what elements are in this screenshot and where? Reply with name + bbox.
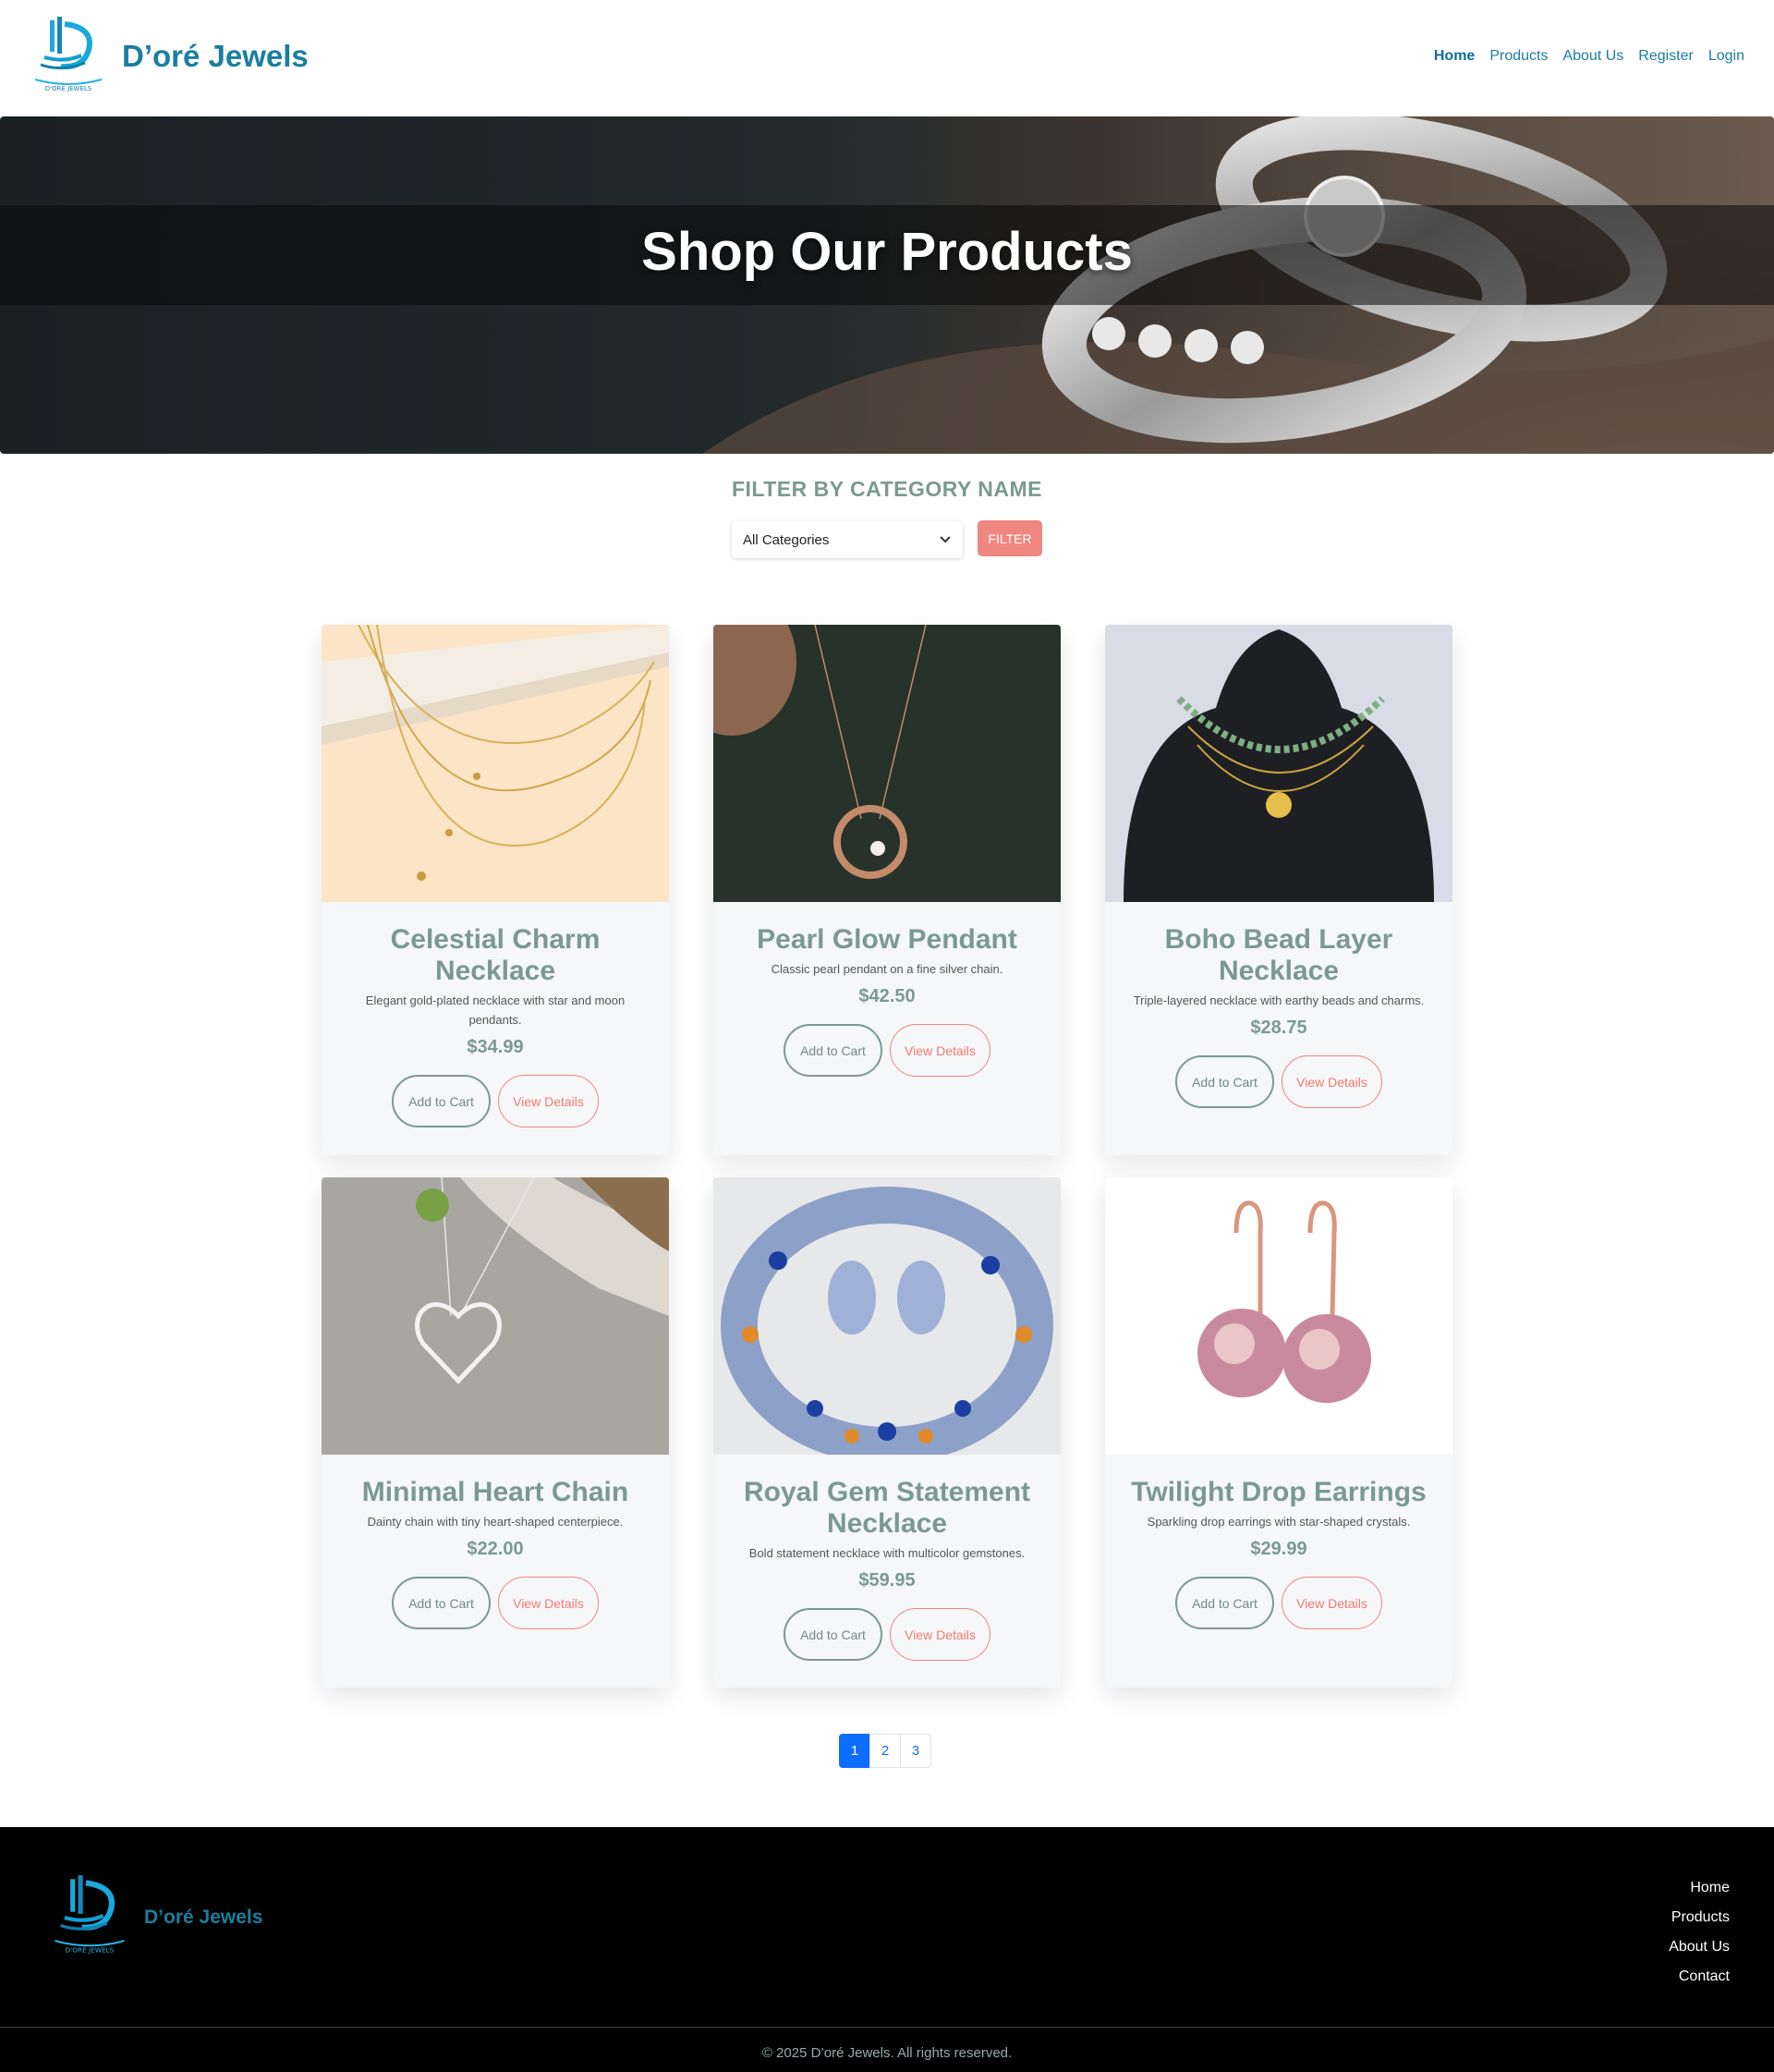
product-description: Bold statement necklace with multicolor …: [748, 1546, 1026, 1560]
category-select-value: All Categories: [743, 531, 830, 548]
svg-text:D'ORÉ JEWELS: D'ORÉ JEWELS: [66, 1946, 115, 1955]
brand-name[interactable]: D’oré Jewels: [122, 39, 309, 74]
copyright-text: © 2025 D’oré Jewels. All rights reserved…: [761, 2045, 1013, 2061]
nav-login[interactable]: Login: [1708, 48, 1744, 65]
page-link-3[interactable]: 3: [900, 1734, 931, 1768]
page-title: Shop Our Products: [641, 222, 1133, 282]
view-details-button[interactable]: View Details: [890, 1608, 990, 1661]
product-price: $22.00: [467, 1539, 524, 1559]
add-to-cart-button[interactable]: Add to Cart: [392, 1577, 491, 1629]
product-name[interactable]: Celestial Charm Necklace: [347, 924, 643, 987]
view-details-button[interactable]: View Details: [890, 1024, 990, 1077]
footer-link-home[interactable]: Home: [1669, 1873, 1730, 1903]
view-details-button[interactable]: View Details: [498, 1075, 599, 1127]
product-image-boho-necklace[interactable]: [1105, 625, 1452, 902]
product-name[interactable]: Minimal Heart Chain: [347, 1477, 643, 1508]
add-to-cart-button[interactable]: Add to Cart: [784, 1024, 882, 1077]
product-price: $42.50: [858, 986, 916, 1006]
footer-link-contact[interactable]: Contact: [1669, 1962, 1730, 1992]
add-to-cart-button[interactable]: Add to Cart: [392, 1075, 491, 1127]
product-price: $29.99: [1250, 1539, 1307, 1559]
nav-about[interactable]: About Us: [1562, 48, 1623, 65]
site-footer: D'ORÉ JEWELS D’oré Jewels Home Products …: [0, 1827, 1774, 2072]
footer-nav: Home Products About Us Contact: [1669, 1873, 1730, 1992]
product-name[interactable]: Boho Bead Layer Necklace: [1131, 924, 1427, 987]
product-name[interactable]: Twilight Drop Earrings: [1131, 1477, 1427, 1508]
product-price: $59.95: [858, 1570, 916, 1591]
add-to-cart-button[interactable]: Add to Cart: [784, 1608, 882, 1661]
product-card: Minimal Heart Chain Dainty chain with ti…: [322, 1177, 669, 1688]
product-card: Celestial Charm Necklace Elegant gold-pl…: [322, 625, 669, 1155]
view-details-button[interactable]: View Details: [1282, 1055, 1382, 1108]
chevron-down-icon: [939, 532, 952, 548]
product-card: Boho Bead Layer Necklace Triple-layered …: [1105, 625, 1452, 1155]
view-details-button[interactable]: View Details: [498, 1577, 599, 1629]
product-description: Triple-layered necklace with earthy bead…: [1133, 993, 1425, 1007]
product-image-heart-chain[interactable]: [322, 1177, 669, 1455]
footer-divider: [0, 2027, 1774, 2028]
page-link-1[interactable]: 1: [839, 1734, 870, 1768]
footer-brand-name[interactable]: D’oré Jewels: [144, 1907, 262, 1929]
product-image-gold-necklace[interactable]: [322, 625, 669, 902]
product-description: Classic pearl pendant on a fine silver c…: [771, 962, 1003, 976]
nav-register[interactable]: Register: [1638, 48, 1694, 65]
nav-home[interactable]: Home: [1434, 48, 1475, 65]
product-name[interactable]: Pearl Glow Pendant: [739, 924, 1035, 956]
category-select[interactable]: All Categories: [732, 521, 963, 558]
svg-text:D'ORÉ JEWELS: D'ORÉ JEWELS: [45, 84, 92, 92]
site-header: D'ORÉ JEWELS D’oré Jewels Home Products …: [0, 0, 1774, 116]
product-card: Twilight Drop Earrings Sparkling drop ea…: [1105, 1177, 1452, 1688]
footer-link-about[interactable]: About Us: [1669, 1932, 1730, 1962]
footer-logo-icon[interactable]: D'ORÉ JEWELS: [46, 1873, 133, 1962]
filter-button[interactable]: FILTER: [978, 520, 1042, 556]
hero-banner: Shop Our Products: [0, 116, 1774, 454]
product-name[interactable]: Royal Gem Statement Necklace: [739, 1477, 1035, 1540]
product-image-gem-necklace[interactable]: [713, 1177, 1061, 1455]
product-card: Royal Gem Statement Necklace Bold statem…: [713, 1177, 1061, 1688]
pagination: 1 2 3: [839, 1734, 931, 1768]
product-price: $28.75: [1250, 1018, 1307, 1038]
product-description: Elegant gold-plated necklace with star a…: [365, 993, 626, 1027]
product-image-drop-earrings[interactable]: [1105, 1177, 1452, 1455]
product-description: Dainty chain with tiny heart-shaped cent…: [367, 1515, 624, 1529]
add-to-cart-button[interactable]: Add to Cart: [1175, 1577, 1274, 1629]
nav-products[interactable]: Products: [1489, 48, 1548, 65]
logo-icon[interactable]: D'ORÉ JEWELS: [28, 15, 109, 100]
filter-heading: FILTER BY CATEGORY NAME: [731, 477, 1043, 501]
product-image-pearl-pendant[interactable]: [713, 625, 1061, 902]
page-link-2[interactable]: 2: [869, 1734, 901, 1768]
product-price: $34.99: [467, 1037, 524, 1057]
main-nav: Home Products About Us Register Login: [1434, 48, 1744, 65]
footer-link-products[interactable]: Products: [1669, 1903, 1730, 1932]
view-details-button[interactable]: View Details: [1282, 1577, 1382, 1629]
add-to-cart-button[interactable]: Add to Cart: [1175, 1055, 1274, 1108]
product-description: Sparkling drop earrings with star-shaped…: [1147, 1515, 1411, 1529]
product-card: Pearl Glow Pendant Classic pearl pendant…: [713, 625, 1061, 1155]
